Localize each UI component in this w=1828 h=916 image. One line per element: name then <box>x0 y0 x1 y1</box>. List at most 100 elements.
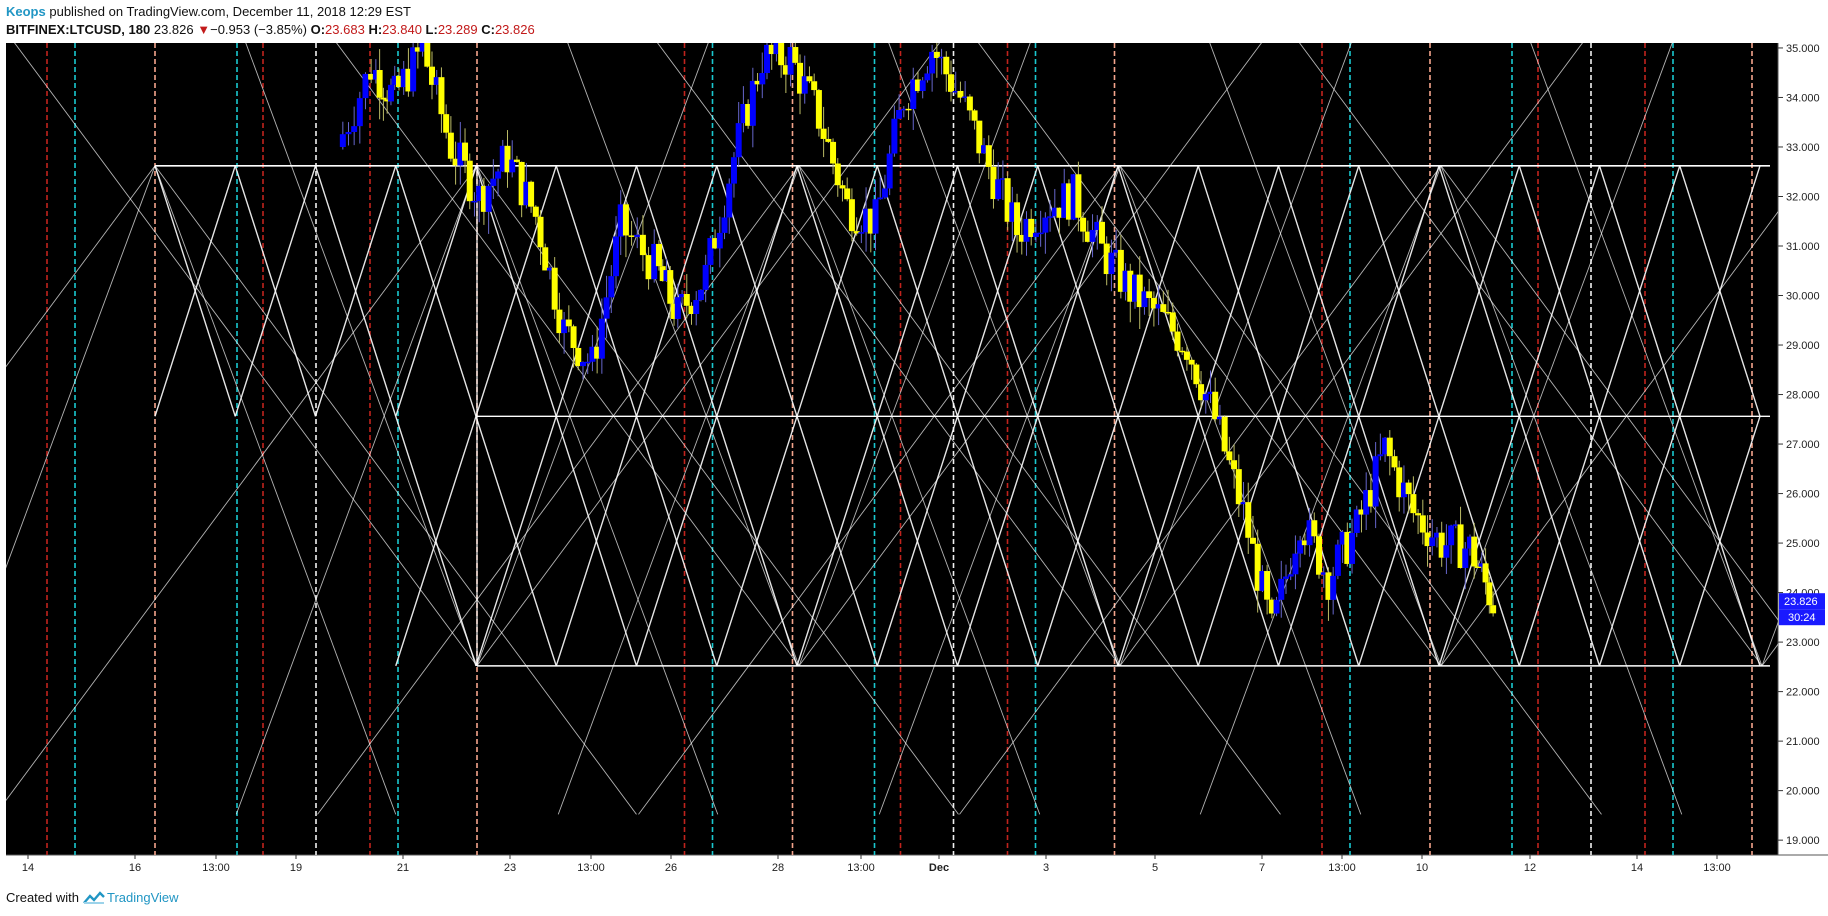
candle-body <box>1264 571 1271 600</box>
candle-body <box>490 178 497 186</box>
candle-body <box>462 142 469 161</box>
time-tick-label: 12 <box>1524 862 1536 874</box>
tradingview-logo[interactable]: TradingView <box>83 890 179 905</box>
candle-body <box>1330 575 1337 600</box>
candle-body <box>1386 437 1393 457</box>
time-tick-label: 13:00 <box>202 862 230 874</box>
candle-body <box>443 114 450 133</box>
candle-body <box>825 138 832 142</box>
candle-body <box>380 97 387 100</box>
candle-body <box>1202 394 1209 401</box>
candle-body <box>466 160 473 202</box>
candle-body <box>528 181 535 207</box>
candle-body <box>1273 599 1280 614</box>
candle-body <box>645 255 652 280</box>
candle-body <box>759 73 766 85</box>
candle-body <box>513 159 520 162</box>
candle-body <box>1014 202 1021 235</box>
price-tick-label: 20.000 <box>1786 786 1820 798</box>
candle-body <box>726 183 733 218</box>
candle-body <box>1287 574 1294 577</box>
candle-body <box>1098 221 1105 244</box>
price-tick-label: 23.000 <box>1786 637 1820 649</box>
candle-body <box>1377 454 1384 457</box>
candle-body <box>1490 605 1497 614</box>
candle-body <box>1089 229 1096 242</box>
candle-body <box>730 157 737 184</box>
candle-body <box>410 47 417 92</box>
time-tick-label: 23 <box>504 862 516 874</box>
time-tick-label: 13:00 <box>577 862 605 874</box>
candle-body <box>339 134 346 147</box>
price-tick-label: 21.000 <box>1786 736 1820 748</box>
candle-body <box>1174 331 1181 351</box>
candle-body <box>1448 525 1455 546</box>
candle-body <box>424 43 431 67</box>
candle-body <box>447 132 454 159</box>
candle-body <box>693 300 700 315</box>
candle-body <box>1316 536 1323 575</box>
price-tick-label: 26.000 <box>1786 489 1820 501</box>
price-tick-label: 35.000 <box>1786 43 1820 55</box>
price-tick-label: 32.000 <box>1786 191 1820 203</box>
candle-body <box>603 297 610 319</box>
price-chart[interactable]: 35.000 34.000 33.000 32.000 31.000 30.000 29.0… <box>0 0 1828 916</box>
candle-body <box>565 319 572 327</box>
candle-body <box>872 199 879 234</box>
candle-body <box>924 73 931 81</box>
candle-body <box>848 199 855 232</box>
candle-body <box>905 108 912 111</box>
candle-body <box>1146 291 1153 298</box>
time-tick-label: 5 <box>1152 862 1158 874</box>
candle-body <box>891 118 898 154</box>
candle-body <box>1042 217 1049 233</box>
candle-body <box>639 234 646 256</box>
candle-body <box>1391 456 1398 468</box>
candle-body <box>438 77 445 115</box>
time-tick-label: 14 <box>1631 862 1643 874</box>
candle-body <box>943 56 950 75</box>
candle-body <box>877 197 884 200</box>
candle-body <box>485 185 492 212</box>
candle-body <box>985 145 992 167</box>
candle-body <box>1419 515 1426 533</box>
candle-body <box>966 96 973 111</box>
price-tick-label: 27.000 <box>1786 439 1820 451</box>
candle-body <box>376 70 383 98</box>
candle-body <box>721 217 728 233</box>
candle-body <box>608 276 615 298</box>
candle-body <box>1429 537 1436 547</box>
candle-body <box>749 80 756 126</box>
candle-body <box>628 235 635 237</box>
time-axis-background <box>6 855 1828 877</box>
candle-body <box>1349 532 1356 564</box>
candle-body <box>1183 351 1190 360</box>
candle-body <box>1188 359 1195 365</box>
candle-body <box>667 270 674 304</box>
candle-body <box>1443 545 1450 558</box>
candle-body <box>995 179 1002 200</box>
candle-body <box>1415 513 1422 516</box>
candle-body <box>1486 582 1493 606</box>
candle-body <box>634 234 641 237</box>
candle-body <box>683 294 690 306</box>
candle-body <box>1160 304 1167 312</box>
candle-body <box>778 43 785 66</box>
candle-body <box>551 267 558 310</box>
candle-body <box>806 76 813 82</box>
candle-body <box>896 110 903 119</box>
candle-body <box>1221 416 1228 452</box>
candle-body <box>1482 563 1489 583</box>
candle-body <box>542 247 549 271</box>
candle-body <box>1037 232 1044 235</box>
candle-body <box>1193 364 1200 385</box>
candle-body <box>820 128 827 139</box>
time-tick-label: 14 <box>22 862 34 874</box>
time-tick-label: 21 <box>397 862 409 874</box>
candle-body <box>702 264 709 290</box>
candle-body <box>1311 520 1318 537</box>
candle-body <box>919 80 926 92</box>
candle-body <box>356 98 363 127</box>
candle-body <box>1462 548 1469 568</box>
candle-body <box>1169 312 1176 332</box>
